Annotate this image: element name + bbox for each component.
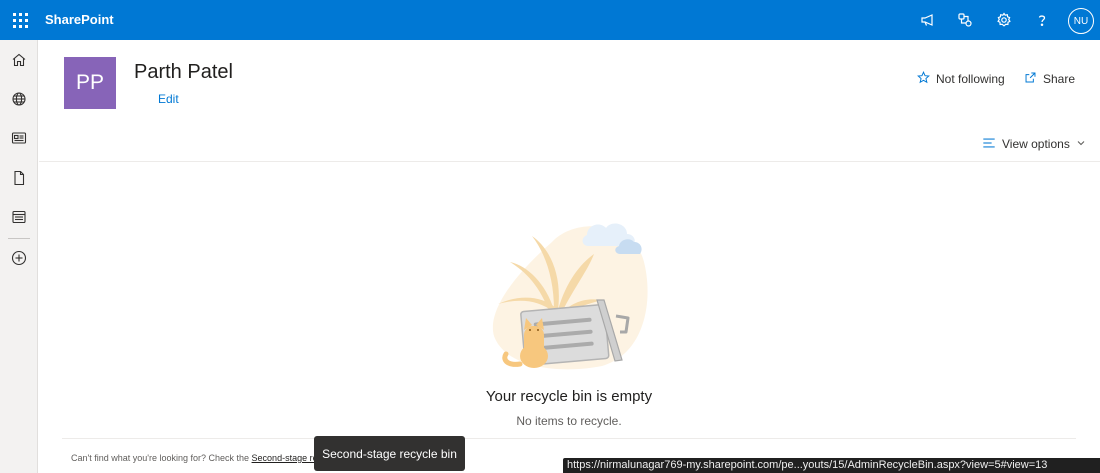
- document-icon[interactable]: [7, 166, 31, 190]
- star-icon: [917, 71, 930, 87]
- list-icon[interactable]: [7, 205, 31, 229]
- user-avatar[interactable]: NU: [1068, 8, 1094, 34]
- connections-icon[interactable]: [951, 6, 979, 34]
- site-logo[interactable]: PP: [64, 57, 116, 109]
- megaphone-icon[interactable]: [914, 6, 942, 34]
- header-divider: [39, 161, 1100, 162]
- browser-status-url: https://nirmalunagar769-my.sharepoint.co…: [563, 458, 1100, 473]
- footer-prefix: Can't find what you're looking for? Chec…: [71, 453, 252, 463]
- suite-bar: SharePoint NU: [0, 0, 1100, 40]
- add-circle-icon[interactable]: [7, 246, 31, 270]
- tooltip: Second-stage recycle bin: [314, 436, 465, 471]
- follow-label: Not following: [936, 72, 1005, 86]
- empty-recycle-bin-illustration: [484, 204, 659, 374]
- empty-state-subtitle: No items to recycle.: [516, 414, 622, 428]
- app-name[interactable]: SharePoint: [45, 12, 114, 27]
- chevron-down-icon: [1076, 137, 1086, 151]
- help-icon[interactable]: [1028, 6, 1056, 34]
- home-icon[interactable]: [7, 48, 31, 72]
- view-options-button[interactable]: View options: [982, 136, 1086, 152]
- footer-divider: [62, 438, 1076, 439]
- view-options-label: View options: [1002, 137, 1070, 151]
- waffle-icon[interactable]: [0, 0, 40, 40]
- news-icon[interactable]: [7, 126, 31, 150]
- globe-icon[interactable]: [7, 87, 31, 111]
- follow-button[interactable]: Not following: [917, 71, 1005, 87]
- site-title[interactable]: Parth Patel: [134, 61, 233, 84]
- edit-link[interactable]: Edit: [158, 92, 179, 106]
- nav-divider: [8, 238, 30, 239]
- left-app-bar: [0, 40, 38, 473]
- share-label: Share: [1043, 72, 1076, 86]
- empty-state-title: Your recycle bin is empty: [485, 388, 653, 405]
- share-icon: [1024, 71, 1037, 87]
- footer-hint: Can't find what you're looking for? Chec…: [71, 453, 353, 463]
- settings-icon[interactable]: [990, 6, 1018, 34]
- share-button[interactable]: Share: [1024, 71, 1075, 87]
- view-options-icon: [982, 136, 996, 153]
